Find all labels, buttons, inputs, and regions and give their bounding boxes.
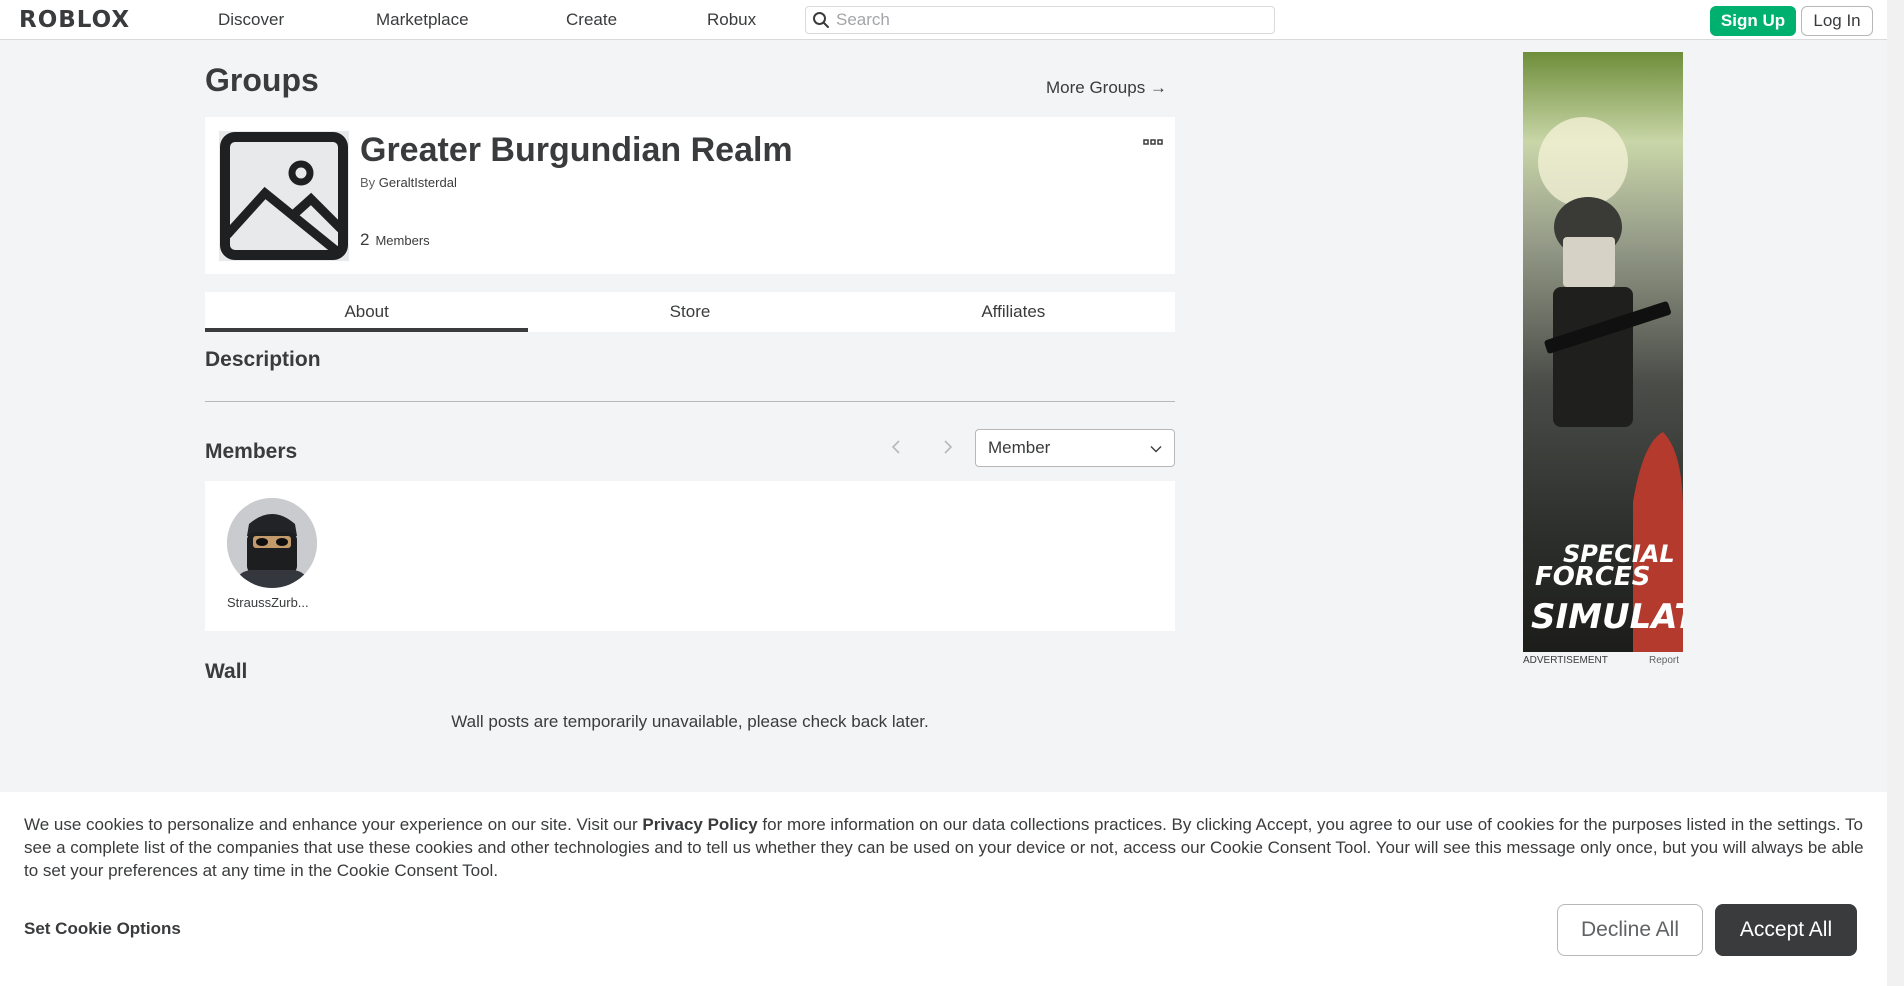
role-dropdown[interactable]: Member — [975, 429, 1175, 467]
wall-unavailable-message: Wall posts are temporarily unavailable, … — [451, 712, 929, 731]
more-groups-link[interactable]: More Groups → — [1046, 78, 1167, 98]
nav-robux[interactable]: Robux — [707, 10, 756, 30]
chevron-down-icon — [1150, 438, 1162, 458]
nav-marketplace[interactable]: Marketplace — [376, 10, 469, 30]
login-button[interactable]: Log In — [1801, 6, 1873, 36]
member-count: 2 Members — [360, 230, 430, 250]
avatar[interactable] — [227, 498, 317, 588]
members-heading: Members — [205, 440, 298, 463]
nav-create[interactable]: Create — [566, 10, 617, 30]
tab-store[interactable]: Store — [528, 292, 851, 332]
signup-button[interactable]: Sign Up — [1710, 6, 1796, 36]
top-navigation-bar: ROBLOX Discover Marketplace Create Robux… — [0, 0, 1904, 40]
description-heading: Description — [205, 348, 321, 371]
members-list: StraussZurb... — [205, 481, 1175, 631]
search-icon — [806, 11, 836, 29]
tab-about[interactable]: About — [205, 292, 529, 332]
wall-heading: Wall — [205, 660, 248, 683]
group-owner-line: By GeraltIsterdal — [360, 175, 457, 190]
more-options-icon[interactable] — [1143, 135, 1163, 145]
nav-discover[interactable]: Discover — [218, 10, 284, 30]
decline-all-button[interactable]: Decline All — [1557, 904, 1703, 956]
tab-affiliates[interactable]: Affiliates — [852, 292, 1175, 332]
member-count-number: 2 — [360, 230, 370, 249]
accept-all-button[interactable]: Accept All — [1715, 904, 1857, 956]
group-name: Greater Burgundian Realm — [360, 131, 793, 169]
cookie-text-part1: We use cookies to personalize and enhanc… — [24, 815, 643, 834]
privacy-policy-link[interactable]: Privacy Policy — [642, 815, 757, 834]
cookie-consent-banner: We use cookies to personalize and enhanc… — [0, 792, 1887, 986]
set-cookie-options-link[interactable]: Set Cookie Options — [24, 919, 181, 939]
group-image-placeholder-icon — [219, 131, 349, 261]
advertisement-banner[interactable]: SPECIAL FORCES SIMULATOR — [1523, 52, 1683, 652]
search-box[interactable] — [805, 6, 1275, 34]
role-dropdown-value: Member — [988, 438, 1051, 457]
ad-text-line2: FORCES — [1535, 562, 1651, 592]
description-divider — [205, 401, 1175, 402]
ad-report-link[interactable]: Report — [1649, 655, 1679, 666]
page-scrollbar[interactable] — [1887, 0, 1904, 986]
member-name[interactable]: StraussZurb... — [227, 595, 309, 610]
group-owner-link[interactable]: GeraltIsterdal — [379, 175, 457, 190]
group-by-prefix: By — [360, 175, 376, 190]
advertisement-label: ADVERTISEMENT — [1523, 655, 1608, 666]
member-count-label: Members — [375, 233, 430, 248]
group-tabs: About Store Affiliates — [205, 292, 1175, 332]
cookie-message: We use cookies to personalize and enhanc… — [24, 813, 1869, 882]
page-title: Groups — [205, 62, 319, 98]
ad-text-line3: SIMULATOR — [1531, 597, 1683, 637]
roblox-logo[interactable]: ROBLOX — [19, 9, 130, 32]
chevron-left-icon[interactable] — [886, 437, 906, 457]
chevron-right-icon[interactable] — [938, 437, 958, 457]
search-input[interactable] — [836, 10, 1256, 30]
group-header-card: Greater Burgundian Realm By GeraltIsterd… — [205, 117, 1175, 274]
